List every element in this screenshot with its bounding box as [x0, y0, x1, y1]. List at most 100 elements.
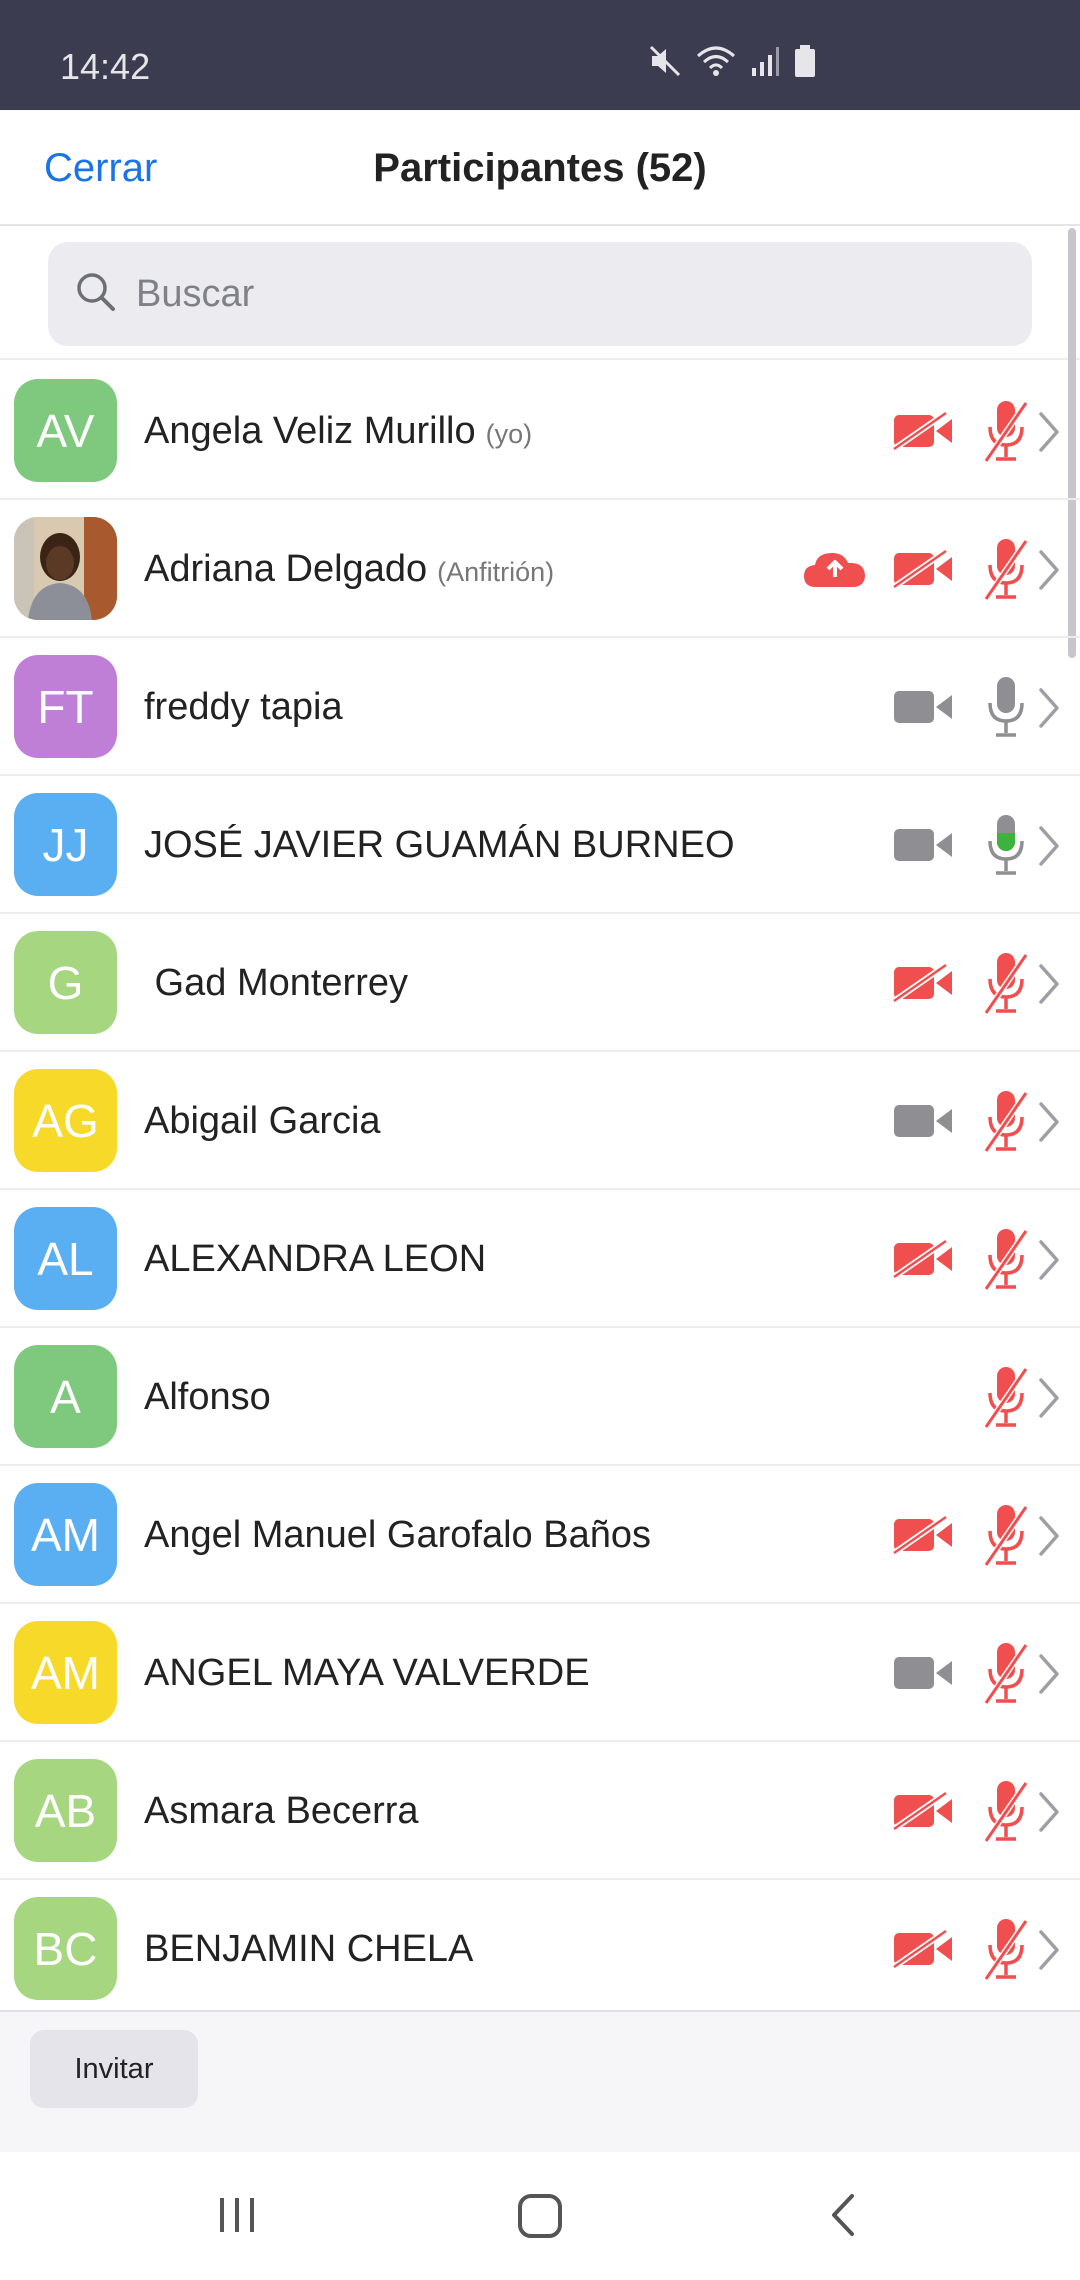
participant-row[interactable]: AB Asmara Becerra	[0, 1742, 1080, 1880]
chevron-right-icon	[1036, 1238, 1062, 1287]
microphone-muted-icon	[983, 1641, 1029, 1710]
status-bar: 14:42	[0, 0, 1080, 110]
participant-name: BENJAMIN CHELA	[144, 1928, 474, 1970]
avatar	[14, 517, 117, 620]
participant-row[interactable]: Adriana Delgado (Anfitrión)	[0, 500, 1080, 638]
participant-row[interactable]: FT freddy tapia	[0, 638, 1080, 776]
participant-name-line: freddy tapia	[144, 686, 343, 729]
avatar: AG	[14, 1069, 117, 1172]
system-navigation-bar	[0, 2152, 1080, 2280]
home-button[interactable]	[514, 2190, 566, 2247]
header: Cerrar Participantes (52)	[0, 110, 1080, 226]
status-icons	[648, 44, 816, 78]
avatar: AM	[14, 1621, 117, 1724]
participant-row[interactable]: AG Abigail Garcia	[0, 1052, 1080, 1190]
search-box[interactable]	[48, 242, 1032, 346]
chevron-right-icon	[1036, 1514, 1062, 1563]
avatar: AL	[14, 1207, 117, 1310]
participant-name-line: Abigail Garcia	[144, 1100, 381, 1143]
participant-name: JOSÉ JAVIER GUAMÁN BURNEO	[144, 824, 735, 866]
chevron-right-icon	[1036, 1790, 1062, 1839]
status-time: 14:42	[60, 46, 151, 87]
participant-row[interactable]: JJ JOSÉ JAVIER GUAMÁN BURNEO	[0, 776, 1080, 914]
video-off-icon	[892, 1790, 954, 1836]
participant-role: (Anfitrión)	[437, 557, 555, 587]
participant-row[interactable]: G Gad Monterrey	[0, 914, 1080, 1052]
participant-row[interactable]: AL ALEXANDRA LEON	[0, 1190, 1080, 1328]
video-icon	[892, 1101, 954, 1146]
participant-name-line: Angel Manuel Garofalo Baños	[144, 1514, 651, 1557]
chevron-right-icon	[1036, 962, 1062, 1011]
microphone-icon	[984, 675, 1028, 744]
participant-name-line: ALEXANDRA LEON	[144, 1238, 486, 1281]
microphone-muted-icon	[983, 951, 1029, 1020]
participant-name-line: Gad Monterrey	[144, 962, 408, 1005]
participant-name: freddy tapia	[144, 686, 343, 728]
back-button[interactable]	[820, 2190, 870, 2245]
mute-icon	[648, 44, 682, 78]
page-title: Participantes (52)	[373, 146, 707, 190]
participant-name-line: Alfonso	[144, 1376, 271, 1419]
microphone-muted-icon	[983, 1917, 1029, 1986]
participant-name-line: BENJAMIN CHELA	[144, 1928, 473, 1971]
participant-name-line: Angela Veliz Murillo (yo)	[144, 410, 532, 453]
microphone-speaking-icon	[984, 813, 1028, 882]
avatar: A	[14, 1345, 117, 1448]
video-off-icon	[892, 410, 954, 456]
invite-button[interactable]: Invitar	[30, 2030, 198, 2108]
avatar: AV	[14, 379, 117, 482]
video-off-icon	[892, 1928, 954, 1974]
chevron-right-icon	[1036, 824, 1062, 873]
participant-name: Angel Manuel Garofalo Baños	[144, 1514, 651, 1556]
chevron-right-icon	[1036, 548, 1062, 597]
cloud-recording-icon	[802, 549, 868, 594]
chevron-right-icon	[1036, 1928, 1062, 1977]
participant-name-line: Adriana Delgado (Anfitrión)	[144, 548, 554, 591]
participant-list: AV Angela Veliz Murillo (yo) Adriana Delgad…	[0, 362, 1080, 2018]
participant-row[interactable]: AM ANGEL MAYA VALVERDE	[0, 1604, 1080, 1742]
battery-icon	[794, 44, 816, 78]
participant-name: Gad Monterrey	[144, 962, 408, 1004]
participant-row[interactable]: AM Angel Manuel Garofalo Baños	[0, 1466, 1080, 1604]
recent-apps-button[interactable]	[212, 2190, 262, 2245]
video-icon	[892, 1653, 954, 1698]
microphone-muted-icon	[983, 1227, 1029, 1296]
search-icon	[74, 270, 118, 319]
avatar: AM	[14, 1483, 117, 1586]
chevron-right-icon	[1036, 410, 1062, 459]
participant-name: Abigail Garcia	[144, 1100, 381, 1142]
avatar: JJ	[14, 793, 117, 896]
video-icon	[892, 825, 954, 870]
search-input[interactable]	[136, 264, 996, 324]
microphone-muted-icon	[983, 537, 1029, 606]
participant-name: Adriana Delgado	[144, 548, 428, 590]
microphone-muted-icon	[983, 1779, 1029, 1848]
search-bar	[0, 228, 1080, 360]
participant-name: Angela Veliz Murillo	[144, 410, 476, 452]
participant-name-line: Asmara Becerra	[144, 1790, 419, 1833]
participant-row[interactable]: A Alfonso	[0, 1328, 1080, 1466]
participant-name-line: JOSÉ JAVIER GUAMÁN BURNEO	[144, 824, 735, 867]
video-off-icon	[892, 962, 954, 1008]
video-off-icon	[892, 548, 954, 594]
chevron-right-icon	[1036, 1100, 1062, 1149]
video-off-icon	[892, 1238, 954, 1284]
microphone-muted-icon	[983, 1365, 1029, 1434]
footer: Invitar	[0, 2010, 1080, 2152]
participant-name: ALEXANDRA LEON	[144, 1238, 487, 1280]
wifi-icon	[696, 44, 736, 78]
video-off-icon	[892, 1514, 954, 1560]
participant-row[interactable]: AV Angela Veliz Murillo (yo)	[0, 362, 1080, 500]
microphone-muted-icon	[983, 399, 1029, 468]
participant-name: Asmara Becerra	[144, 1790, 419, 1832]
video-icon	[892, 687, 954, 732]
avatar: G	[14, 931, 117, 1034]
chevron-right-icon	[1036, 1652, 1062, 1701]
participant-name: ANGEL MAYA VALVERDE	[144, 1652, 590, 1694]
microphone-muted-icon	[983, 1503, 1029, 1572]
participant-row[interactable]: BC BENJAMIN CHELA	[0, 1880, 1080, 2018]
signal-icon	[750, 44, 780, 78]
chevron-right-icon	[1036, 686, 1062, 735]
participant-role: (yo)	[485, 419, 533, 449]
participant-name: Alfonso	[144, 1376, 271, 1418]
